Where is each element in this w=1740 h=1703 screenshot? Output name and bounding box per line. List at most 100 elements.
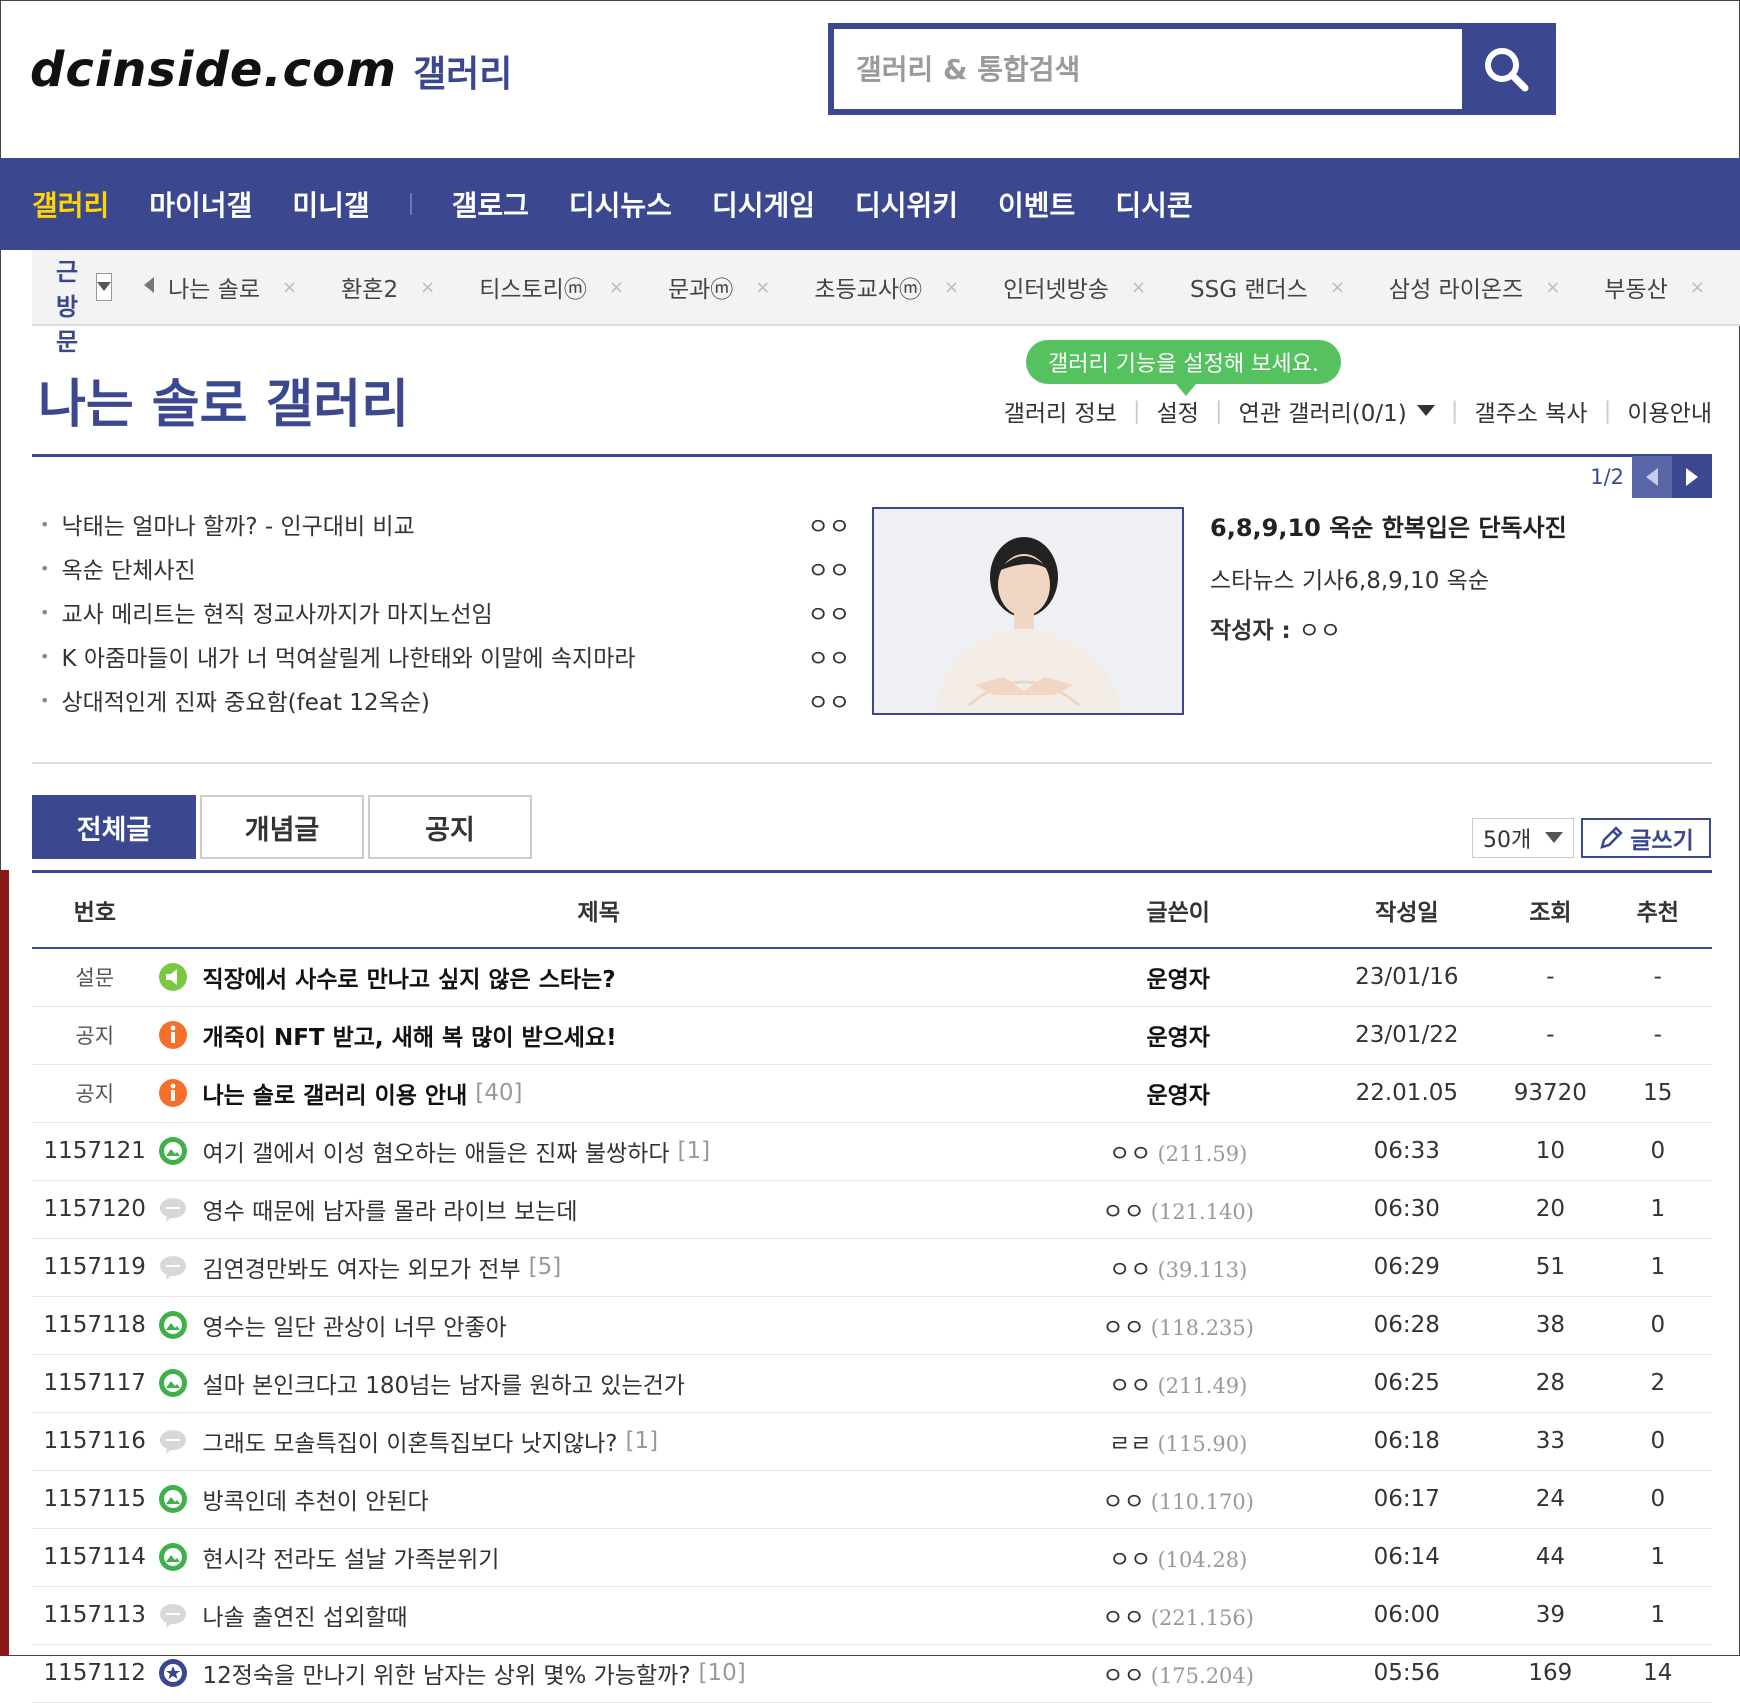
reply-count[interactable]: [1] xyxy=(678,1138,711,1164)
post-title[interactable]: 나는 솔로 갤러리 이용 안내 xyxy=(202,1076,467,1110)
post-subject[interactable]: 김연경만봐도 여자는 외모가 전부 [5] xyxy=(157,1238,1040,1297)
post-subject[interactable]: 나솔 출연진 섭외할때 xyxy=(157,1586,1040,1645)
post-title[interactable]: 직장에서 사수로 만나고 싶지 않은 스타는? xyxy=(202,960,615,994)
post-writer[interactable]: ㅇㅇ (175.204) xyxy=(1039,1644,1317,1703)
issue-title[interactable]: K 아줌마들이 내가 너 먹여살릴게 나한태와 이말에 속지마라 xyxy=(61,639,790,673)
writer-name[interactable]: ㅇㅇ xyxy=(1109,1141,1151,1167)
close-icon[interactable]: × xyxy=(1690,277,1705,298)
post-title[interactable]: 영수는 일단 관상이 너무 안좋아 xyxy=(202,1308,506,1342)
recent-item[interactable]: 삼성 라이온즈 × xyxy=(1389,270,1560,304)
writer-name[interactable]: ㅇㅇ xyxy=(1102,1199,1144,1225)
writer-name[interactable]: ㄹㄹ xyxy=(1109,1431,1151,1457)
nav-dc-game[interactable]: 디시게임 xyxy=(712,184,815,224)
post-subject[interactable]: 영수는 일단 관상이 너무 안좋아 xyxy=(157,1296,1040,1355)
post-writer[interactable]: 운영자 xyxy=(1039,1006,1317,1065)
nav-event[interactable]: 이벤트 xyxy=(998,184,1075,224)
table-row[interactable]: 1157121 여기 갤에서 이성 혐오하는 애들은 진짜 불쌍하다 [1] ㅇㅇ (2… xyxy=(32,1122,1712,1181)
reply-count[interactable]: [40] xyxy=(475,1080,522,1106)
tab-notice[interactable]: 공지 xyxy=(368,795,532,859)
post-subject[interactable]: 설마 본인크다고 180넘는 남자를 원하고 있는건가 xyxy=(157,1354,1040,1413)
reply-count[interactable]: [5] xyxy=(529,1254,562,1280)
issue-title[interactable]: 교사 메리트는 현직 정교사까지가 마지노선임 xyxy=(61,595,790,629)
issue-item[interactable]: • K 아줌마들이 내가 너 먹여살릴게 나한태와 이말에 속지마라 ㅇㅇ xyxy=(40,634,850,678)
close-icon[interactable]: × xyxy=(755,277,770,298)
recent-item[interactable]: 나는 솔로 × xyxy=(168,270,297,304)
recent-visits-toggle[interactable] xyxy=(96,273,113,301)
nav-gallog[interactable]: 갤로그 xyxy=(452,184,529,224)
post-title[interactable]: 그래도 모솔특집이 이혼특집보다 낫지않나? xyxy=(202,1424,617,1458)
nav-mini-gallery[interactable]: 미니갤 xyxy=(292,184,369,224)
post-title[interactable]: 김연경만봐도 여자는 외모가 전부 xyxy=(202,1250,520,1284)
post-subject[interactable]: 직장에서 사수로 만나고 싶지 않은 스타는? xyxy=(157,947,1040,1007)
post-title[interactable]: 여기 갤에서 이성 혐오하는 애들은 진짜 불쌍하다 xyxy=(202,1134,669,1168)
post-subject[interactable]: 나는 솔로 갤러리 이용 안내 [40] xyxy=(157,1064,1040,1123)
nav-dc-wiki[interactable]: 디시위키 xyxy=(855,184,958,224)
post-title[interactable]: 영수 때문에 남자를 몰라 라이브 보는데 xyxy=(202,1192,577,1226)
issue-item[interactable]: • 교사 메리트는 현직 정교사까지가 마지노선임 ㅇㅇ xyxy=(40,590,850,634)
recent-prev-button[interactable] xyxy=(144,277,155,297)
recent-item[interactable]: SSG 랜더스 × xyxy=(1190,270,1345,304)
issue-item[interactable]: • 낙태는 얼마나 할까? - 인구대비 비교 ㅇㅇ xyxy=(40,502,850,546)
writer-name[interactable]: 운영자 xyxy=(1146,1025,1209,1051)
post-title[interactable]: 개죽이 NFT 받고, 새해 복 많이 받으세요! xyxy=(202,1018,616,1052)
site-logo[interactable]: dcinside.com 갤러리 xyxy=(30,42,512,98)
writer-name[interactable]: ㅇㅇ xyxy=(1102,1605,1144,1631)
post-writer[interactable]: ㅇㅇ (121.140) xyxy=(1039,1180,1317,1239)
issue-title[interactable]: 옥순 단체사진 xyxy=(61,551,790,585)
list-size-select[interactable]: 50개 xyxy=(1472,818,1574,858)
recent-item[interactable]: 인터넷방송 × xyxy=(1003,270,1146,304)
nav-dc-con[interactable]: 디시콘 xyxy=(1115,184,1192,224)
table-row[interactable]: 1157117 설마 본인크다고 180넘는 남자를 원하고 있는건가 ㅇㅇ (211… xyxy=(32,1354,1712,1413)
nav-minor-gallery[interactable]: 마이너갤 xyxy=(149,184,252,224)
settings-link[interactable]: 설정 xyxy=(1157,394,1199,428)
issue-title[interactable]: 상대적인게 진짜 중요함(feat 12옥순) xyxy=(61,683,790,717)
writer-name[interactable]: ㅇㅇ xyxy=(1102,1663,1144,1689)
post-subject[interactable]: 영수 때문에 남자를 몰라 라이브 보는데 xyxy=(157,1180,1040,1239)
post-writer[interactable]: ㅇㅇ (110.170) xyxy=(1039,1470,1317,1529)
post-title[interactable]: 설마 본인크다고 180넘는 남자를 원하고 있는건가 xyxy=(202,1366,685,1400)
post-writer[interactable]: ㅇㅇ (221.156) xyxy=(1039,1586,1317,1645)
writer-name[interactable]: ㅇㅇ xyxy=(1109,1547,1151,1573)
featured-description[interactable]: 스타뉴스 기사6,8,9,10 옥순 xyxy=(1210,561,1710,595)
issue-item[interactable]: • 상대적인게 진짜 중요함(feat 12옥순) ㅇㅇ xyxy=(40,678,850,722)
post-writer[interactable]: ㅇㅇ (104.28) xyxy=(1039,1528,1317,1587)
issue-item[interactable]: • 옥순 단체사진 ㅇㅇ xyxy=(40,546,850,590)
writer-name[interactable]: ㅇㅇ xyxy=(1102,1489,1144,1515)
post-subject[interactable]: 방콕인데 추천이 안된다 xyxy=(157,1470,1040,1529)
close-icon[interactable]: × xyxy=(609,277,624,298)
post-title[interactable]: 나솔 출연진 섭외할때 xyxy=(202,1598,407,1632)
prev-page-button[interactable] xyxy=(1632,456,1672,498)
post-writer[interactable]: ㅇㅇ (211.59) xyxy=(1039,1122,1317,1181)
post-writer[interactable]: 운영자 xyxy=(1039,947,1317,1007)
writer-name[interactable]: ㅇㅇ xyxy=(1109,1257,1151,1283)
post-subject[interactable]: 현시각 전라도 설날 가족분위기 xyxy=(157,1528,1040,1587)
recent-item[interactable]: 티스토리ⓜ × xyxy=(479,270,624,304)
gallery-title[interactable]: 나는 솔로 갤러리 xyxy=(38,362,409,437)
close-icon[interactable]: × xyxy=(1545,277,1560,298)
featured-headline[interactable]: 6,8,9,10 옥순 한복입은 단독사진 xyxy=(1210,508,1710,543)
table-row[interactable]: 1157115 방콕인데 추천이 안된다 ㅇㅇ (110.170) 06:17 24 0 xyxy=(32,1470,1712,1529)
recent-item[interactable]: 환혼2 × xyxy=(341,270,435,304)
writer-name[interactable]: ㅇㅇ xyxy=(1109,1373,1151,1399)
table-row[interactable]: 1157118 영수는 일단 관상이 너무 안좋아 ㅇㅇ (118.235) 06:28… xyxy=(32,1296,1712,1355)
close-icon[interactable]: × xyxy=(282,277,297,298)
reply-count[interactable]: [10] xyxy=(699,1660,746,1686)
table-row[interactable]: 공지 개죽이 NFT 받고, 새해 복 많이 받으세요! 운영자 23/01/22- - xyxy=(32,1006,1712,1065)
post-subject[interactable]: 그래도 모솔특집이 이혼특집보다 낫지않나? [1] xyxy=(157,1412,1040,1471)
close-icon[interactable]: × xyxy=(1131,277,1146,298)
search-button[interactable] xyxy=(1462,29,1550,109)
table-row[interactable]: 1157119 김연경만봐도 여자는 외모가 전부 [5] ㅇㅇ (39.113) 06:… xyxy=(32,1238,1712,1297)
writer-name[interactable]: ㅇㅇ xyxy=(1102,1315,1144,1341)
gallery-info-link[interactable]: 갤러리 정보 xyxy=(1004,394,1117,428)
close-icon[interactable]: × xyxy=(944,277,959,298)
tab-concept-posts[interactable]: 개념글 xyxy=(200,795,364,859)
recent-item[interactable]: 초등교사ⓜ × xyxy=(814,270,959,304)
write-button[interactable]: 글쓰기 xyxy=(1581,818,1711,858)
post-writer[interactable]: 운영자 xyxy=(1039,1064,1317,1123)
table-row[interactable]: 공지 나는 솔로 갤러리 이용 안내 [40] 운영자 22.01.05 93720 15 xyxy=(32,1064,1712,1123)
next-page-button[interactable] xyxy=(1672,456,1712,498)
post-writer[interactable]: ㅇㅇ (211.49) xyxy=(1039,1354,1317,1413)
writer-name[interactable]: 운영자 xyxy=(1146,1083,1209,1109)
close-icon[interactable]: × xyxy=(1330,277,1345,298)
close-icon[interactable]: × xyxy=(420,277,435,298)
